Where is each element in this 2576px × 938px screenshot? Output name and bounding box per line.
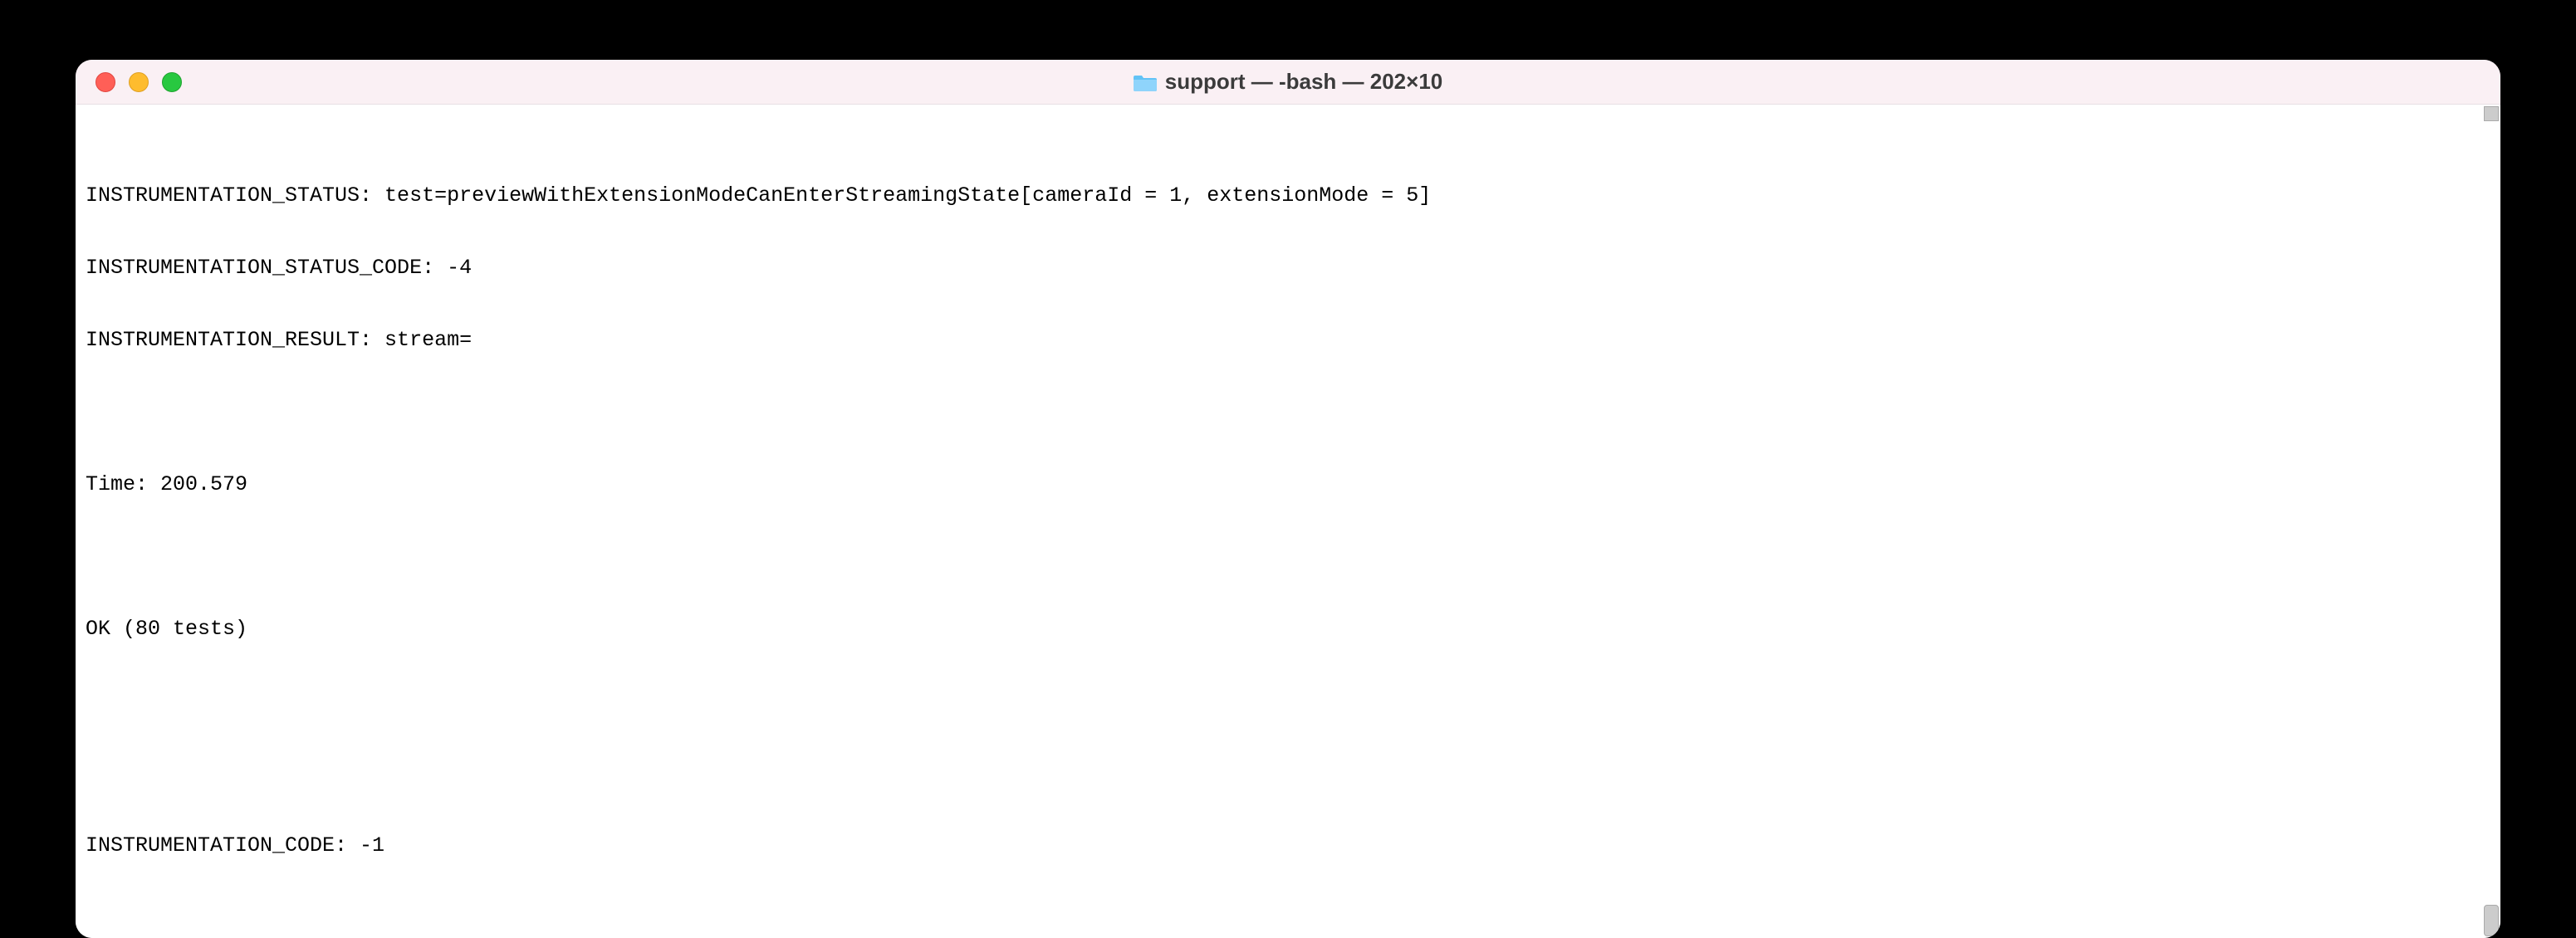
terminal-line: [86, 545, 2490, 569]
traffic-lights: [95, 72, 182, 92]
terminal-line: [86, 761, 2490, 785]
terminal-line: [86, 689, 2490, 713]
terminal-line: INSTRUMENTATION_CODE: -1: [86, 833, 2490, 857]
terminal-line: INSTRUMENTATION_STATUS_CODE: -4: [86, 256, 2490, 280]
minimize-icon[interactable]: [129, 72, 149, 92]
terminal-line: [86, 400, 2490, 424]
terminal-body[interactable]: INSTRUMENTATION_STATUS: test=previewWith…: [76, 105, 2500, 938]
zoom-icon[interactable]: [162, 72, 182, 92]
terminal-line: INSTRUMENTATION_RESULT: stream=: [86, 328, 2490, 352]
titlebar[interactable]: support — -bash — 202×10: [76, 60, 2500, 105]
folder-icon: [1134, 72, 1157, 92]
scroll-indicator-top[interactable]: [2484, 106, 2499, 121]
window-title-group: support — -bash — 202×10: [1134, 69, 1442, 95]
terminal-line: Time: 200.579: [86, 472, 2490, 496]
terminal-line: OK (80 tests): [86, 617, 2490, 641]
close-icon[interactable]: [95, 72, 115, 92]
terminal-line: INSTRUMENTATION_STATUS: test=previewWith…: [86, 183, 2490, 208]
scroll-thumb[interactable]: [2484, 905, 2499, 936]
window-title: support — -bash — 202×10: [1165, 69, 1442, 95]
terminal-window: support — -bash — 202×10 INSTRUMENTATION…: [76, 60, 2500, 938]
